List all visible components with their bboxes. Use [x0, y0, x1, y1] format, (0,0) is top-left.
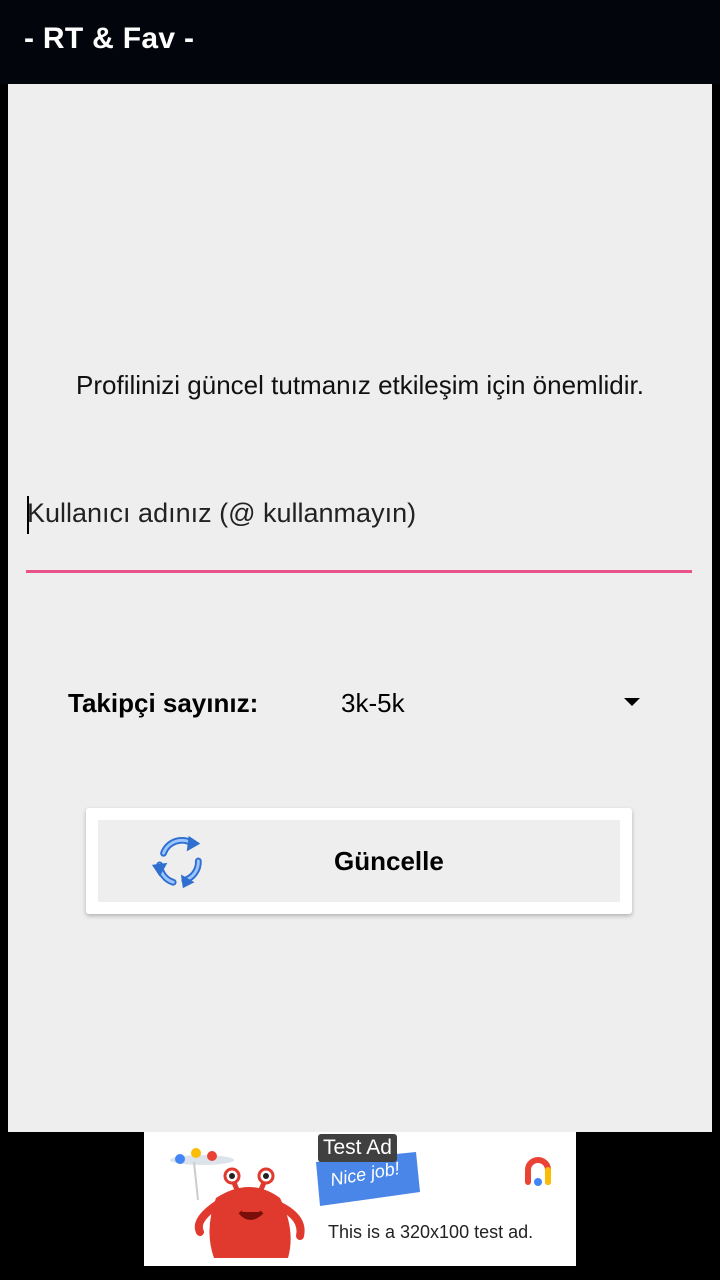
dropdown-arrow-icon[interactable] [624, 698, 640, 706]
info-text: Profilinizi güncel tutmanız etkileşim iç… [76, 370, 644, 400]
ad-logo-icon [525, 1157, 551, 1186]
refresh-icon [151, 835, 202, 889]
update-button[interactable]: Güncelle [98, 820, 620, 902]
username-input[interactable]: Kullanıcı adınız (@ kullanmayın) [26, 496, 692, 574]
input-underline [26, 570, 692, 573]
ad-area: Nice job! Test Ad This is a 320x100 test… [0, 1132, 720, 1280]
update-button-label: Güncelle [334, 846, 444, 876]
followers-label: Takipçi sayınız: [68, 688, 259, 718]
app-bar: - RT & Fav - [0, 0, 720, 84]
main-content: Profilinizi güncel tutmanız etkileşim iç… [8, 84, 712, 1132]
username-placeholder: Kullanıcı adınız (@ kullanmayın) [27, 498, 417, 528]
ad-text: This is a 320x100 test ad. [328, 1222, 534, 1242]
app-title: - RT & Fav - [24, 22, 195, 55]
update-card: Güncelle [86, 808, 632, 914]
ad-banner[interactable]: Nice job! Test Ad This is a 320x100 test… [144, 1132, 576, 1266]
followers-select[interactable]: 3k-5k [341, 688, 405, 719]
monster-mascot-icon [170, 1148, 305, 1258]
test-ad-badge: Test Ad [318, 1134, 397, 1162]
